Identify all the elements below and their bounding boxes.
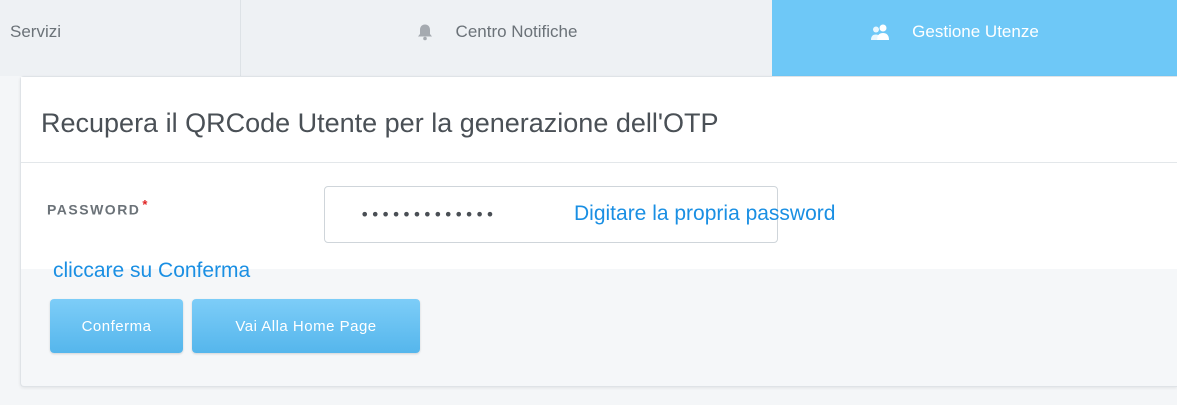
home-page-button[interactable]: Vai Alla Home Page — [192, 299, 420, 353]
required-mark: * — [142, 197, 149, 212]
tab-centro-notifiche[interactable]: Centro Notifiche — [240, 0, 772, 76]
tab-servizi[interactable]: Servizi — [0, 0, 240, 76]
top-navigation: Servizi Centro Notifiche Gestione Utenze — [0, 0, 1177, 76]
users-icon — [870, 23, 890, 41]
password-label-text: PASSWORD — [47, 201, 141, 218]
tab-gestione-utenze[interactable]: Gestione Utenze — [772, 0, 1177, 76]
confirm-hint-annotation: cliccare su Conferma — [53, 259, 251, 282]
title-divider — [21, 162, 1177, 163]
password-label: PASSWORD * — [47, 197, 149, 218]
card-body: Recupera il QRCode Utente per la generaz… — [21, 77, 1177, 269]
page-title: Recupera il QRCode Utente per la generaz… — [41, 108, 719, 138]
tab-servizi-label: Servizi — [10, 22, 62, 41]
qrcode-card: Recupera il QRCode Utente per la generaz… — [20, 76, 1177, 387]
bell-icon — [416, 23, 434, 41]
password-hint-annotation: Digitare la propria password — [574, 202, 836, 225]
tab-gestione-utenze-label: Gestione Utenze — [912, 22, 1039, 41]
tab-centro-notifiche-label: Centro Notifiche — [455, 22, 578, 41]
confirm-button[interactable]: Conferma — [50, 299, 183, 353]
